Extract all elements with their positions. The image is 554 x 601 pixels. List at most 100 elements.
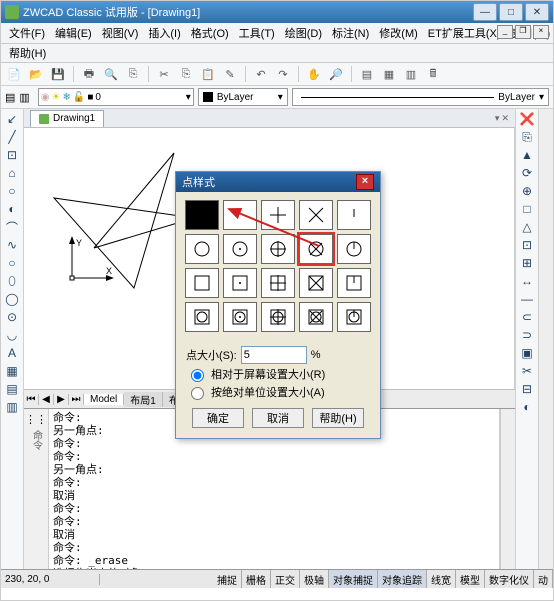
cut-icon[interactable]: ✂	[155, 65, 173, 83]
chamfer-icon[interactable]: ✂	[519, 363, 535, 379]
menu-view[interactable]: 视图(V)	[98, 24, 143, 42]
color-dropdown[interactable]: ByLayer▾	[198, 88, 288, 106]
copy-obj-icon[interactable]: ⎘	[519, 129, 535, 145]
ok-button[interactable]: 确定	[192, 408, 244, 428]
undo-icon[interactable]: ↶	[252, 65, 270, 83]
pstyle-9[interactable]	[337, 234, 371, 264]
sb-dyn[interactable]: 动	[534, 570, 553, 588]
pstyle-19[interactable]	[337, 302, 371, 332]
linetype-dropdown[interactable]: ByLayer▾	[292, 88, 549, 106]
sb-lw[interactable]: 线宽	[427, 570, 456, 588]
explode-icon[interactable]: ◐	[519, 399, 535, 415]
donut-icon[interactable]: ◯	[4, 291, 20, 307]
ellipse-icon[interactable]: ○	[4, 255, 20, 271]
doc-tab-drawing1[interactable]: Drawing1	[30, 110, 104, 127]
sb-ortho[interactable]: 正交	[271, 570, 300, 588]
hatch-icon[interactable]: ▦	[4, 363, 20, 379]
cline-icon[interactable]: ╱	[4, 129, 20, 145]
tab-layout1[interactable]: 布局1	[124, 392, 163, 407]
trim-icon[interactable]: ↔	[519, 273, 535, 289]
layer-states-icon[interactable]: ▥	[19, 91, 29, 104]
pstyle-15[interactable]	[185, 302, 219, 332]
extend-icon[interactable]: —	[519, 291, 535, 307]
close-button[interactable]: ✕	[525, 3, 549, 21]
help-button[interactable]: 帮助(H)	[312, 408, 364, 428]
sb-osnap[interactable]: 对象捕捉	[329, 570, 378, 588]
size-input[interactable]	[241, 346, 307, 364]
fillet-icon[interactable]: ⊟	[519, 381, 535, 397]
rotate-icon[interactable]: △	[519, 219, 535, 235]
tab-first-icon[interactable]: ⏮	[24, 394, 39, 405]
join-icon[interactable]: ▣	[519, 345, 535, 361]
point-icon[interactable]: ⊙	[4, 309, 20, 325]
preview-icon[interactable]: 🔍	[102, 65, 120, 83]
copy-icon[interactable]: ⎘	[177, 65, 195, 83]
menu-insert[interactable]: 插入(I)	[144, 24, 184, 42]
opt-absolute[interactable]	[191, 387, 204, 400]
menu-dimension[interactable]: 标注(N)	[328, 24, 373, 42]
tab-prev-icon[interactable]: ◀	[39, 394, 54, 405]
save-icon[interactable]: 💾	[49, 65, 67, 83]
publish-icon[interactable]: ⎘	[124, 65, 142, 83]
menu-tools[interactable]: 工具(T)	[235, 24, 279, 42]
layer-manager-icon[interactable]: ▤	[5, 91, 15, 104]
redo-icon[interactable]: ↷	[274, 65, 292, 83]
pstyle-16[interactable]	[223, 302, 257, 332]
menu-format[interactable]: 格式(O)	[187, 24, 233, 42]
arc-icon[interactable]: ◐	[4, 201, 20, 217]
pline-icon[interactable]: ⊡	[4, 147, 20, 163]
cancel-button[interactable]: 取消	[252, 408, 304, 428]
sb-model[interactable]: 模型	[456, 570, 485, 588]
menu-edit[interactable]: 编辑(E)	[51, 24, 96, 42]
circle-icon[interactable]: ⌒	[4, 219, 20, 235]
mirror-icon[interactable]: ▲	[519, 147, 535, 163]
pstyle-12[interactable]	[261, 268, 295, 298]
command-grip[interactable]: ⋮⋮ 命令	[24, 409, 49, 569]
stretch-icon[interactable]: ⊞	[519, 255, 535, 271]
tab-close-icon[interactable]: ✕	[501, 113, 509, 124]
spline-icon[interactable]: ∿	[4, 237, 20, 253]
menu-modify[interactable]: 修改(M)	[375, 24, 422, 42]
tool-palette-icon[interactable]: ▥	[402, 65, 420, 83]
pstyle-2[interactable]	[261, 200, 295, 230]
opt-relative[interactable]	[191, 369, 204, 382]
tab-model[interactable]: Model	[84, 394, 124, 405]
text-icon[interactable]: A	[4, 345, 20, 361]
mdi-min[interactable]: _	[497, 25, 513, 39]
canvas-scrollbar[interactable]	[538, 109, 553, 569]
rect-icon[interactable]: ○	[4, 183, 20, 199]
revcloud-icon[interactable]: ◡	[4, 327, 20, 343]
sb-otrack[interactable]: 对象追踪	[378, 570, 427, 588]
menu-help[interactable]: 帮助(H)	[5, 44, 50, 62]
layer-dropdown[interactable]: ◉☀❄🔓■ 0 ▾	[38, 88, 194, 106]
pstyle-18[interactable]	[299, 302, 333, 332]
pstyle-3[interactable]	[299, 200, 333, 230]
ellipse-arc-icon[interactable]: ⬯	[4, 273, 20, 289]
table-icon[interactable]: ▤	[4, 381, 20, 397]
new-icon[interactable]: 📄	[5, 65, 23, 83]
minimize-button[interactable]: —	[473, 3, 497, 21]
pstyle-17[interactable]	[261, 302, 295, 332]
erase-icon[interactable]: ❌	[519, 111, 535, 127]
sb-polar[interactable]: 极轴	[300, 570, 329, 588]
region-icon[interactable]: ▥	[4, 399, 20, 415]
scrollbar[interactable]	[500, 409, 515, 569]
scale-icon[interactable]: ⊡	[519, 237, 535, 253]
maximize-button[interactable]: □	[499, 3, 523, 21]
pstyle-0[interactable]	[185, 200, 219, 230]
array-icon[interactable]: ⊕	[519, 183, 535, 199]
pstyle-6[interactable]	[223, 234, 257, 264]
menu-draw[interactable]: 绘图(D)	[281, 24, 326, 42]
sb-snap[interactable]: 捕捉	[213, 570, 242, 588]
menu-file[interactable]: 文件(F)	[5, 24, 49, 42]
tab-pin-icon[interactable]: ▾	[495, 113, 500, 124]
pstyle-5[interactable]	[185, 234, 219, 264]
pstyle-11[interactable]	[223, 268, 257, 298]
calc-icon[interactable]: 🖩	[424, 65, 442, 83]
break1-icon[interactable]: ⊂	[519, 309, 535, 325]
polygon-icon[interactable]: ⌂	[4, 165, 20, 181]
pstyle-8-selected[interactable]	[299, 234, 333, 264]
design-center-icon[interactable]: ▦	[380, 65, 398, 83]
dialog-close-icon[interactable]: ×	[356, 174, 374, 190]
break2-icon[interactable]: ⊃	[519, 327, 535, 343]
